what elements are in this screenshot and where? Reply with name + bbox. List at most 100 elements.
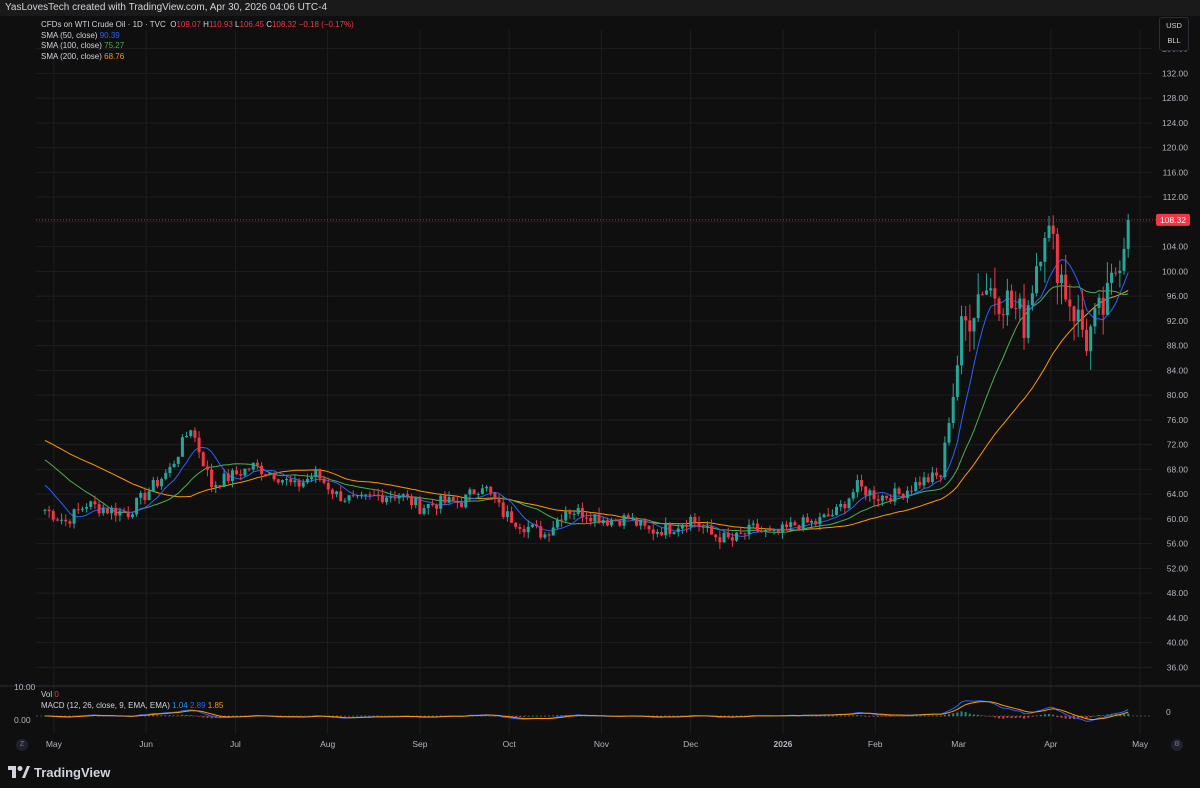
- macd-histogram-bar: [543, 716, 546, 717]
- candle-body: [776, 529, 780, 533]
- candle-body: [1089, 326, 1093, 352]
- candle-body: [164, 472, 168, 479]
- macd-histogram-bar: [164, 715, 167, 716]
- candle-body: [172, 463, 176, 468]
- candle-body: [897, 488, 901, 494]
- macd-histogram-bar: [981, 715, 984, 716]
- macd-histogram-bar: [885, 716, 888, 717]
- candle-body: [380, 495, 384, 503]
- candle-body: [589, 517, 593, 522]
- candle-body: [226, 473, 230, 481]
- macd-histogram-bar: [1064, 716, 1067, 719]
- price-axis[interactable]: 36.00 40.00 44.00 48.00 52.00 56.00 60.00 64.00…: [1162, 44, 1188, 673]
- candle-body: [905, 490, 909, 499]
- unit-label: BLL: [1167, 36, 1181, 45]
- candle-body: [826, 514, 830, 517]
- price-tick-label: 132.00: [1162, 68, 1188, 78]
- sma100-row[interactable]: SMA (100, close) 75.27: [41, 41, 354, 52]
- candle-body: [614, 520, 618, 522]
- candle-body: [1122, 248, 1126, 271]
- macd-histogram-bar: [660, 716, 663, 717]
- macd-histogram-bar: [814, 716, 817, 717]
- macd-histogram-bar: [948, 714, 951, 716]
- macd-histogram-bar: [193, 715, 196, 717]
- sma200-value: 68.76: [104, 51, 125, 61]
- sma50-row[interactable]: SMA (50, close) 90.39: [41, 31, 354, 42]
- candle-body: [476, 493, 480, 495]
- candle-body: [843, 504, 847, 509]
- macd-hist-value: 1.04: [172, 701, 188, 710]
- candle-body: [651, 529, 655, 534]
- candle-body: [385, 497, 389, 503]
- candle-body: [85, 506, 89, 509]
- macd-histogram-bar: [535, 715, 538, 717]
- macd-histogram-bar: [356, 715, 359, 717]
- candle-body: [955, 365, 959, 397]
- macd-histogram-bar: [427, 716, 430, 717]
- candle-body: [768, 530, 772, 532]
- candle-body: [772, 529, 776, 531]
- macd-histogram-bar: [835, 715, 838, 717]
- candle-body: [872, 490, 876, 500]
- candle-body: [197, 437, 201, 453]
- macd-histogram-bar: [914, 715, 917, 717]
- candle-body: [1060, 274, 1064, 284]
- sma50-value: 90.39: [99, 30, 120, 40]
- candle-body: [243, 468, 247, 476]
- candle-body: [80, 508, 84, 510]
- candle-body: [455, 501, 459, 503]
- sma200-row[interactable]: SMA (200, close) 68.76: [41, 52, 354, 63]
- macd-histogram-bar: [973, 714, 976, 716]
- sma50-line: [44, 259, 1129, 537]
- candle-body: [1085, 329, 1089, 352]
- candle-body: [130, 514, 134, 518]
- price-tick-label: 48.00: [1167, 588, 1189, 598]
- candle-body: [526, 526, 530, 533]
- candle-body: [568, 511, 572, 515]
- candle-body: [451, 497, 455, 502]
- price-tick-label: 104.00: [1162, 242, 1188, 252]
- candle-body: [822, 514, 826, 518]
- candle-body: [1047, 225, 1051, 238]
- candle-body: [297, 480, 301, 487]
- price-tick-label: 80.00: [1167, 390, 1189, 400]
- candle-body: [1072, 306, 1076, 322]
- candle-body: [251, 462, 255, 470]
- macd-histogram-bar: [552, 715, 555, 717]
- candle-body: [389, 496, 393, 498]
- macd-histogram-bar: [368, 715, 371, 717]
- candle-body: [968, 320, 972, 332]
- macd-histogram-bar: [531, 715, 534, 717]
- low-value: 106.45: [239, 20, 264, 29]
- zoom-reset-button[interactable]: Z: [16, 739, 28, 751]
- candle-body: [280, 480, 284, 483]
- macd-histogram-bar: [918, 715, 921, 717]
- candle-body: [735, 532, 739, 541]
- macd-histogram-bar: [539, 716, 542, 717]
- macd-histogram-bar: [1048, 714, 1051, 716]
- macd-histogram-bar: [1060, 716, 1063, 718]
- price-chart[interactable]: 36.00 40.00 44.00 48.00 52.00 56.00 60.00 64.00…: [0, 0, 1200, 756]
- candle-body: [993, 288, 997, 299]
- time-tick-label: Sep: [412, 739, 427, 749]
- settings-button[interactable]: ⚙: [1171, 739, 1183, 751]
- macd-histogram-bar: [156, 715, 159, 716]
- time-axis[interactable]: May Jun Jul Aug Sep Oct Nov Dec 2026 Feb Mar Apr May: [46, 739, 1149, 749]
- macd-axis-zero-label: 0: [1166, 707, 1171, 717]
- time-tick-label: Oct: [503, 739, 517, 749]
- candle-body: [564, 511, 568, 521]
- macd-row[interactable]: MACD (12, 26, close, 9, EMA, EMA) 1.04 2…: [41, 700, 223, 711]
- candle-body: [543, 534, 547, 538]
- macd-histogram-bar: [827, 715, 830, 717]
- candle-body: [485, 486, 489, 489]
- candle-body: [218, 485, 222, 487]
- candle-body: [1010, 290, 1014, 308]
- high-value: 110.93: [208, 20, 233, 29]
- macd-histogram-bar: [889, 716, 892, 717]
- candle-body: [985, 290, 989, 295]
- macd-histogram-bar: [985, 716, 988, 717]
- candle-body: [118, 510, 122, 516]
- tradingview-logo[interactable]: TradingView: [8, 765, 110, 780]
- currency-unit-selector[interactable]: USD BLL: [1159, 17, 1189, 51]
- vol-row[interactable]: Vol 0: [41, 689, 223, 700]
